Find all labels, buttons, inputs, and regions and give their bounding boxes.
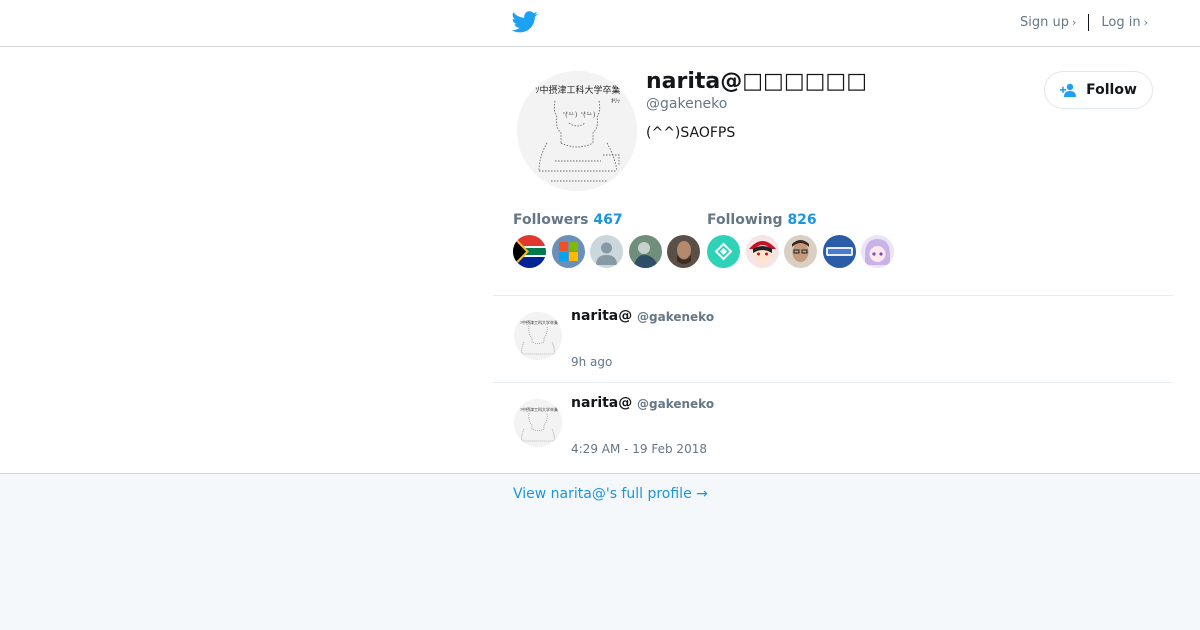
follower-avatar[interactable] [667,235,700,268]
follower-avatar[interactable] [590,235,623,268]
south-africa-flag-avatar [513,235,546,268]
svg-text:ｿ中摂津工科大学卒業: ｿ中摂津工科大学卒業 [520,406,558,412]
tweet-avatar[interactable]: ｿ中摂津工科大学卒業 [514,399,562,447]
following-avatar[interactable] [707,235,740,268]
following-avatar[interactable] [861,235,894,268]
follow-button[interactable]: Follow [1044,71,1153,109]
following-avatars [707,235,900,268]
anime-character-avatar [745,235,779,268]
follower-avatar[interactable] [513,235,546,268]
ascii-art-avatar-image: ｿ中摂津工科大学卒業 ｷﾘｯ (－) (－) [517,71,637,191]
top-nav: Sign up › Log in › [1020,14,1148,31]
chevron-right-icon: › [1143,16,1148,29]
chevron-right-icon: › [1071,16,1077,29]
signup-link[interactable]: Sign up › [1020,15,1076,30]
tweet-timestamp[interactable]: 9h ago [571,355,612,369]
following-avatar[interactable] [822,235,856,268]
svg-text:(－): (－) [583,111,596,119]
follower-avatar[interactable] [628,235,662,268]
followers-label: Followers [513,212,589,228]
profile-card: ｿ中摂津工科大学卒業 ｷﾘｯ (－) (－) narita@□□□□□□ @ga… [0,47,1200,474]
game-logo-avatar [822,235,856,268]
windows-logo-avatar [551,235,585,268]
nav-divider [1088,14,1090,31]
profile-handle: @gakeneko [646,96,728,112]
default-user-avatar [590,235,623,268]
following-label: Following [707,212,783,228]
teal-logo-avatar [707,235,740,268]
profile-name: narita@□□□□□□ [646,69,867,94]
tweet-author-name[interactable]: narita@ [571,395,632,411]
top-bar: Sign up › Log in › [0,0,1200,47]
full-profile-link[interactable]: View narita@'s full profile → [513,486,708,502]
tweet-item[interactable]: ｿ中摂津工科大学卒業 narita@ @gakeneko 4:29 AM - 1… [493,383,1173,469]
followers-count: 467 [593,212,623,228]
tweet-item[interactable]: ｿ中摂津工科大学卒業 narita@ @gakeneko 9h ago [493,296,1173,382]
following-count: 826 [787,212,817,228]
photo-avatar [784,235,817,268]
tweet-timestamp[interactable]: 4:29 AM - 19 Feb 2018 [571,442,707,456]
following-avatar[interactable] [784,235,817,268]
twitter-bird-icon[interactable] [512,11,538,33]
anime-character-avatar [861,235,894,268]
signup-label: Sign up [1020,15,1069,30]
profile-avatar[interactable]: ｿ中摂津工科大学卒業 ｷﾘｯ (－) (－) [517,71,637,191]
login-label: Log in [1101,15,1141,30]
followers-avatars [513,235,706,268]
add-user-icon [1060,83,1077,97]
tweet-avatar[interactable]: ｿ中摂津工科大学卒業 [514,312,562,360]
following-avatar[interactable] [745,235,779,268]
tweet-author-handle[interactable]: @gakeneko [637,397,714,411]
svg-text:(－): (－) [565,111,578,119]
tweet-author-name[interactable]: narita@ [571,308,632,324]
illustration-avatar [628,235,662,268]
svg-text:ｿ中摂津工科大学卒業: ｿ中摂津工科大学卒業 [535,84,621,96]
login-link[interactable]: Log in › [1101,15,1148,30]
follower-avatar[interactable] [551,235,585,268]
follow-label: Follow [1086,82,1137,98]
photo-avatar [667,235,700,268]
profile-bio: (^^)SAOFPS [646,125,736,141]
svg-text:ｿ中摂津工科大学卒業: ｿ中摂津工科大学卒業 [520,319,558,325]
followers-stat[interactable]: Followers 467 [513,212,623,228]
ascii-art-avatar-image: ｿ中摂津工科大学卒業 [514,312,562,360]
svg-text:ｷﾘｯ: ｷﾘｯ [611,98,620,105]
tweet-author-handle[interactable]: @gakeneko [637,310,714,324]
following-stat[interactable]: Following 826 [707,212,817,228]
ascii-art-avatar-image: ｿ中摂津工科大学卒業 [514,399,562,447]
